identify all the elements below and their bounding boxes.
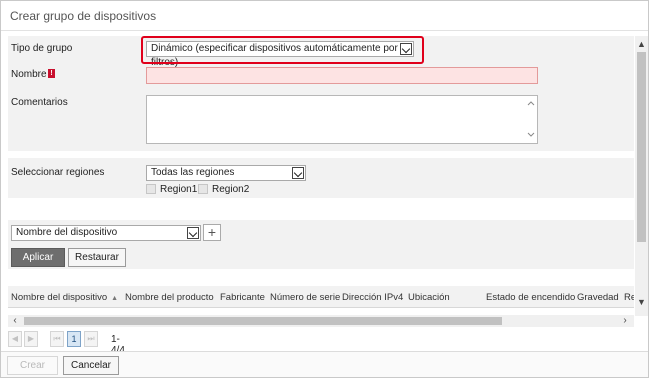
dialog-title: Crear grupo de dispositivos [10, 9, 157, 23]
comments-label: Comentarios [11, 97, 68, 108]
column-header-device-name[interactable]: Nombre del dispositivo ▲ [11, 292, 118, 303]
column-header-ipv4[interactable]: Dirección IPv4 [342, 292, 403, 303]
filter-field-select[interactable]: Nombre del dispositivo [11, 225, 201, 241]
dialog-footer: Crear Cancelar [1, 351, 648, 377]
column-header-truncated[interactable]: Res [624, 292, 634, 303]
column-header-location[interactable]: Ubicación [408, 292, 450, 303]
dialog-titlebar: Crear grupo de dispositivos [1, 1, 648, 31]
required-icon: ! [48, 69, 55, 78]
name-input[interactable] [146, 67, 538, 84]
first-page-icon[interactable]: ⏮ [50, 331, 64, 347]
sort-ascending-icon: ▲ [111, 295, 119, 302]
device-table-header: Nombre del dispositivo ▲ Nombre del produ… [8, 286, 634, 308]
chevron-down-icon [292, 167, 304, 179]
column-header-manufacturer[interactable]: Fabricante [220, 292, 265, 303]
prev-arrow-icon[interactable]: ◀ [8, 331, 22, 347]
chevron-up-icon[interactable]: ▲ [635, 38, 648, 50]
region2-checkbox[interactable] [198, 184, 208, 194]
create-button[interactable]: Crear [7, 356, 58, 375]
chevron-down-icon[interactable]: ▼ [635, 296, 648, 308]
filter-field-value: Nombre del dispositivo [16, 227, 118, 238]
column-header-power-state[interactable]: Estado de encendido [486, 292, 575, 303]
comments-textarea[interactable] [146, 95, 538, 144]
column-header-severity[interactable]: Gravedad [577, 292, 619, 303]
regions-select[interactable]: Todas las regiones [146, 165, 306, 181]
apply-button[interactable]: Aplicar [11, 248, 65, 267]
chevron-up-icon [527, 101, 535, 106]
add-filter-button[interactable]: + [203, 224, 221, 241]
scrollbar-thumb[interactable] [24, 317, 502, 325]
chevron-down-icon [527, 132, 535, 137]
name-label: Nombre [11, 69, 47, 80]
regions-selected-value: Todas las regiones [151, 167, 235, 178]
column-header-serial-number[interactable]: Número de serie [270, 292, 340, 303]
textarea-scrollbar[interactable] [525, 96, 537, 143]
vertical-scrollbar[interactable]: ▲ ▼ [635, 36, 648, 316]
chevron-right-icon[interactable]: › [620, 315, 630, 327]
next-arrow-icon[interactable]: ▶ [24, 331, 38, 347]
group-type-label: Tipo de grupo [11, 43, 73, 54]
region2-label: Region2 [212, 184, 250, 195]
current-page[interactable]: 1 [67, 331, 81, 347]
last-page-icon[interactable]: ⏭ [84, 331, 98, 347]
region1-label: Region1 [160, 184, 198, 195]
create-device-group-dialog: Crear grupo de dispositivos Tipo de grup… [0, 0, 649, 378]
highlight-box [141, 36, 424, 64]
cancel-button[interactable]: Cancelar [63, 356, 119, 375]
chevron-left-icon[interactable]: ‹ [10, 315, 20, 327]
scrollbar-thumb[interactable] [637, 52, 646, 242]
reset-button[interactable]: Restaurar [68, 248, 126, 267]
regions-panel [8, 158, 634, 198]
regions-label: Seleccionar regiones [11, 167, 105, 178]
column-header-product-name[interactable]: Nombre del producto [125, 292, 214, 303]
horizontal-scrollbar[interactable]: ‹ › [8, 315, 634, 327]
chevron-down-icon [187, 227, 199, 239]
region1-checkbox[interactable] [146, 184, 156, 194]
